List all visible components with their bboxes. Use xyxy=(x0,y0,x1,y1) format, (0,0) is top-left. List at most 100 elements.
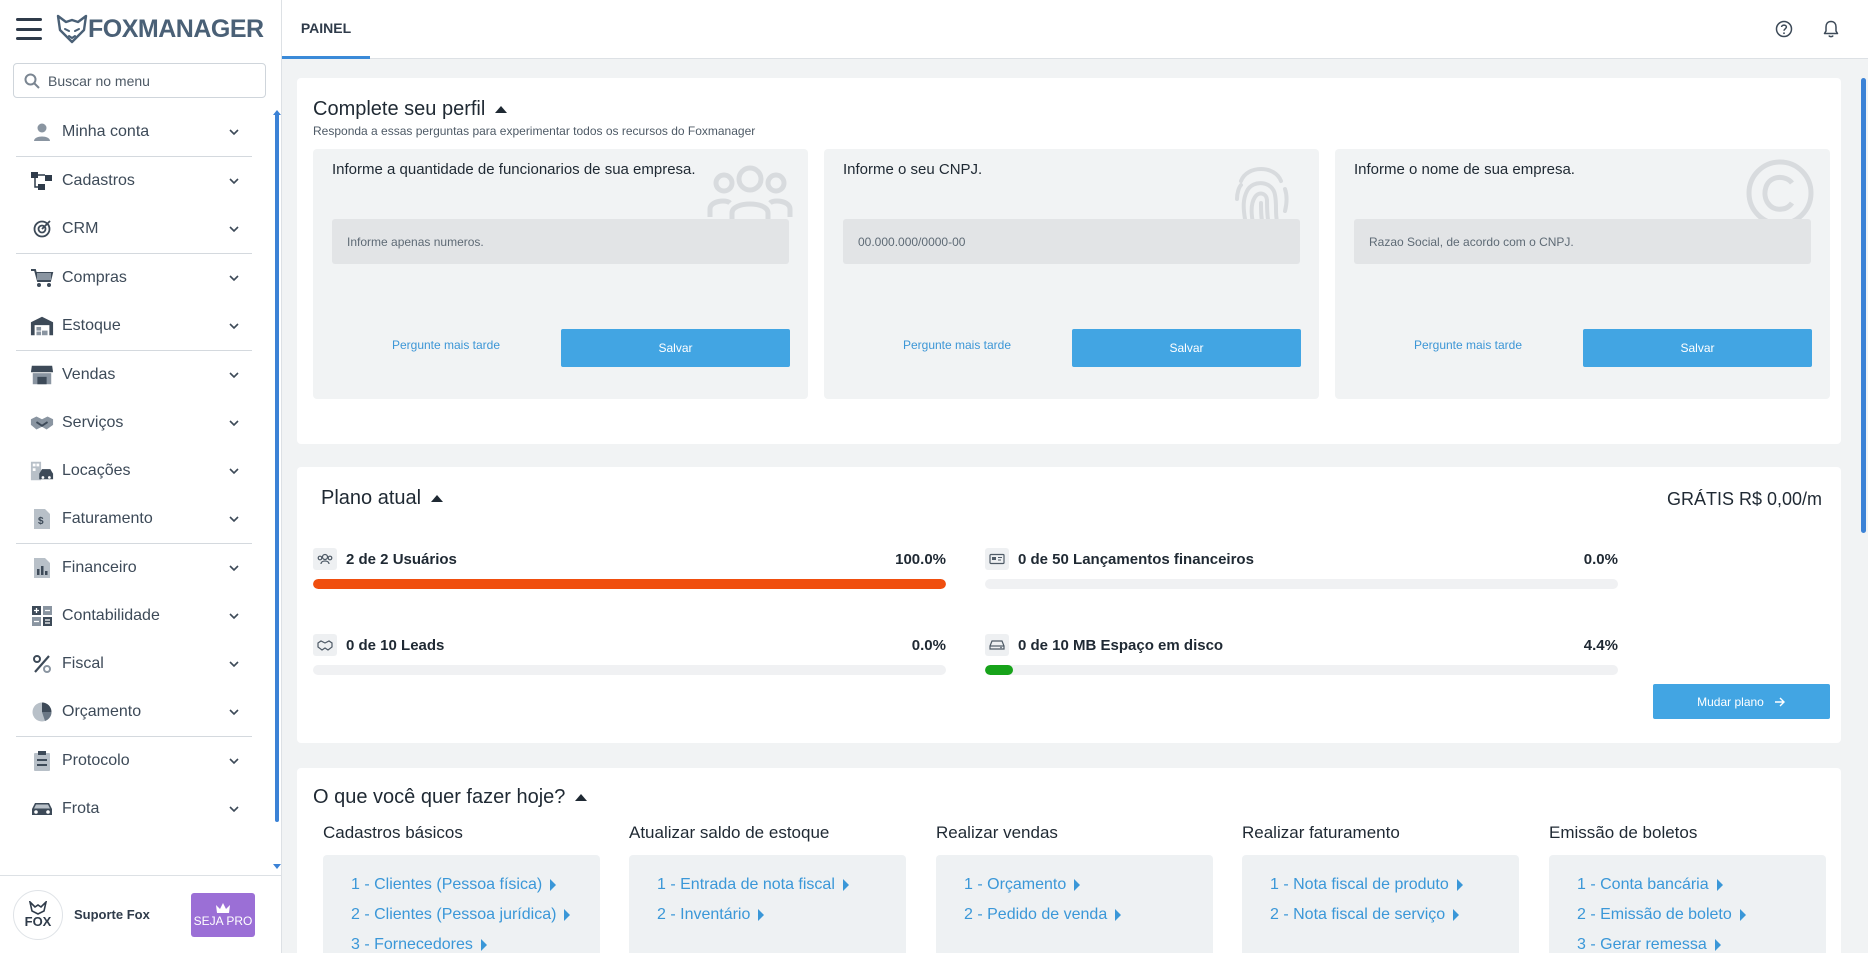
calculator-icon xyxy=(30,605,54,627)
menu-search[interactable] xyxy=(13,63,266,98)
usage-progress-track xyxy=(313,579,946,589)
sidebar-item-faturamento[interactable]: $ Faturamento xyxy=(16,495,252,543)
task-links-box: 1 - Nota fiscal de produto 2 - Nota fisc… xyxy=(1242,855,1519,953)
sidebar-item-label: CRM xyxy=(62,220,99,237)
task-link[interactable]: 1 - Clientes (Pessoa física) xyxy=(351,870,600,900)
task-link[interactable]: 1 - Conta bancária xyxy=(1577,870,1826,900)
usage-leads: 0 de 10 Leads 0.0% xyxy=(313,633,946,675)
complete-profile-header[interactable]: Complete seu perfil xyxy=(313,98,508,121)
plan-price: GRÁTIS R$ 0,00/m xyxy=(1667,489,1823,509)
complete-profile-subtitle: Responda a essas perguntas para experime… xyxy=(313,124,756,138)
task-link[interactable]: 2 - Emissão de boleto xyxy=(1577,900,1826,930)
sidebar-item-frota[interactable]: Frota xyxy=(16,785,252,833)
save-button[interactable]: Salvar xyxy=(1583,329,1812,367)
usage-users: 2 de 2 Usuários 100.0% xyxy=(313,547,946,589)
caret-right-icon xyxy=(480,939,487,951)
usage-percent: 100.0% xyxy=(895,550,946,568)
sidebar-item-compras[interactable]: Compras xyxy=(16,254,252,302)
sidebar-item-orcamento[interactable]: Orçamento xyxy=(16,688,252,736)
sidebar-item-fiscal[interactable]: Fiscal xyxy=(16,640,252,688)
ask-later-link[interactable]: Pergunte mais tarde xyxy=(1354,338,1582,352)
invoice-icon: $ xyxy=(30,508,54,530)
seja-pro-button[interactable]: SEJA PRO xyxy=(191,892,255,937)
current-plan-header[interactable]: Plano atual xyxy=(321,487,444,510)
task-links-box: 1 - Entrada de nota fiscal 2 - Inventári… xyxy=(629,855,906,953)
collapse-caret-icon xyxy=(431,495,444,502)
sidebar-item-crm[interactable]: CRM xyxy=(16,205,252,253)
caret-right-icon xyxy=(842,879,849,891)
profile-question-cnpj: Informe o seu CNPJ. Pergunte mais tarde … xyxy=(824,149,1319,399)
sidebar-item-cadastros[interactable]: Cadastros xyxy=(16,157,252,205)
sidebar-item-estoque[interactable]: Estoque xyxy=(16,302,252,350)
chevron-down-icon xyxy=(229,178,239,185)
task-link[interactable]: 3 - Gerar remessa xyxy=(1577,930,1826,953)
support-label[interactable]: Suporte Fox xyxy=(74,907,191,922)
save-button[interactable]: Salvar xyxy=(1072,329,1301,367)
building-car-icon xyxy=(30,460,54,482)
brand: FOXMANAGER xyxy=(16,10,264,48)
sidebar-scroll-down-arrow[interactable] xyxy=(273,864,281,869)
sidebar-item-protocolo[interactable]: Protocolo xyxy=(16,737,252,785)
task-link[interactable]: 1 - Entrada de nota fiscal xyxy=(657,870,906,900)
notification-bell-icon[interactable] xyxy=(1821,19,1841,39)
clipboard-icon xyxy=(30,750,54,772)
task-column-title: Atualizar saldo de estoque xyxy=(629,823,830,842)
usage-progress-fill xyxy=(985,665,1013,675)
save-button[interactable]: Salvar xyxy=(561,329,790,367)
sidebar-item-contabilidade[interactable]: Contabilidade xyxy=(16,592,252,640)
help-icon[interactable] xyxy=(1774,19,1794,39)
sidebar-item-financeiro[interactable]: Financeiro xyxy=(16,544,252,592)
chevron-down-icon xyxy=(229,516,239,523)
report-chart-icon xyxy=(30,557,54,579)
change-plan-label: Mudar plano xyxy=(1697,694,1764,709)
task-link[interactable]: 2 - Clientes (Pessoa jurídica) xyxy=(351,900,600,930)
usage-progress-track xyxy=(313,665,946,675)
task-link[interactable]: 3 - Fornecedores xyxy=(351,930,600,953)
id-card-icon xyxy=(985,548,1009,570)
usage-percent: 0.0% xyxy=(1583,550,1618,568)
sidebar-item-minha-conta[interactable]: Minha conta xyxy=(16,108,252,156)
task-link[interactable]: 2 - Nota fiscal de serviço xyxy=(1270,900,1519,930)
task-link[interactable]: 1 - Orçamento xyxy=(964,870,1213,900)
question-label: Informe a quantidade de funcionarios de … xyxy=(332,161,696,178)
task-link-label: 2 - Clientes (Pessoa jurídica) xyxy=(351,906,557,923)
ask-later-link[interactable]: Pergunte mais tarde xyxy=(332,338,560,352)
tab-painel[interactable]: PAINEL xyxy=(282,0,370,59)
sidebar-item-label: Financeiro xyxy=(62,559,137,576)
sidebar: FOXMANAGER Minha conta Cadastros CRM Com… xyxy=(0,0,282,953)
seja-pro-label: SEJA PRO xyxy=(193,913,253,928)
sidebar-item-servicos[interactable]: Serviços xyxy=(16,399,252,447)
main-scrollbar[interactable] xyxy=(1861,78,1866,533)
support-avatar[interactable]: FOX xyxy=(13,889,63,940)
sidebar-item-locacoes[interactable]: Locações xyxy=(16,447,252,495)
menu-search-input[interactable] xyxy=(48,72,248,89)
usage-label: 0 de 10 Leads xyxy=(346,636,445,654)
chevron-down-icon xyxy=(229,613,239,620)
cnpj-input[interactable] xyxy=(843,219,1300,264)
task-link[interactable]: 2 - Inventário xyxy=(657,900,906,930)
sidebar-item-vendas[interactable]: Vendas xyxy=(16,351,252,399)
ask-later-link[interactable]: Pergunte mais tarde xyxy=(843,338,1071,352)
tasks-header[interactable]: O que você quer fazer hoje? xyxy=(313,786,588,809)
handshake-icon xyxy=(30,413,54,433)
usage-progress-track xyxy=(985,579,1618,589)
caret-right-icon xyxy=(1456,879,1463,891)
hamburger-menu-icon[interactable] xyxy=(16,18,42,40)
task-link[interactable]: 2 - Pedido de venda xyxy=(964,900,1213,930)
foxmanager-logo[interactable]: FOXMANAGER xyxy=(56,14,264,44)
complete-profile-title: Complete seu perfil xyxy=(313,98,486,120)
task-column-title: Realizar vendas xyxy=(936,823,1058,842)
employees-count-input[interactable] xyxy=(332,219,789,264)
task-link[interactable]: 1 - Nota fiscal de produto xyxy=(1270,870,1519,900)
chevron-down-icon xyxy=(229,372,239,379)
sidebar-item-label: Compras xyxy=(62,269,127,286)
company-name-input[interactable] xyxy=(1354,219,1811,264)
change-plan-button[interactable]: Mudar plano xyxy=(1653,684,1830,719)
sidebar-item-label: Estoque xyxy=(62,317,121,334)
caret-right-icon xyxy=(1716,879,1723,891)
usage-percent: 0.0% xyxy=(911,636,946,654)
sidebar-scrollbar[interactable] xyxy=(275,112,279,822)
caret-right-icon xyxy=(564,909,571,921)
sidebar-menu: Minha conta Cadastros CRM Compras Estoqu… xyxy=(16,108,252,833)
sidebar-item-label: Serviços xyxy=(62,414,124,431)
